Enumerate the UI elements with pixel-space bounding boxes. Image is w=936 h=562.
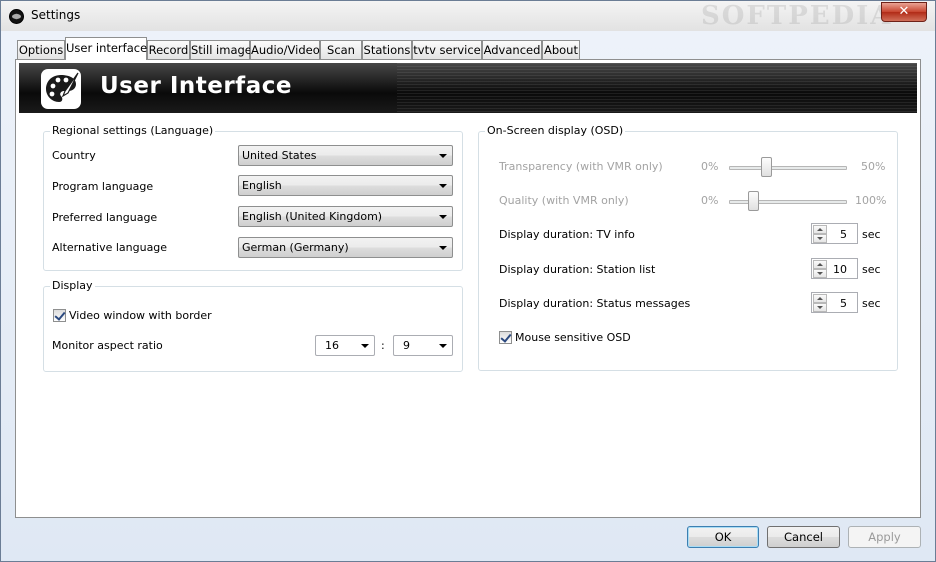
spin-up-icon[interactable] (813, 225, 827, 234)
tab-about[interactable]: About (542, 40, 580, 59)
program-language-label: Program language (52, 180, 154, 193)
alternative-language-value: German (Germany) (242, 241, 349, 254)
tab-stations[interactable]: Stations (362, 40, 412, 59)
station-list-duration-spinner[interactable]: 10 (811, 258, 858, 279)
tab-user-interface[interactable]: User interface (65, 37, 147, 60)
status-messages-duration-value: 5 (840, 297, 847, 310)
banner-title: User Interface (100, 73, 292, 99)
tab-options[interactable]: Options (17, 40, 65, 59)
country-select[interactable]: United States (238, 145, 453, 166)
transparency-min: 0% (701, 160, 719, 173)
tab-audio-video[interactable]: Audio/Video (250, 40, 320, 59)
chevron-down-icon (439, 246, 447, 250)
spin-down-icon[interactable] (813, 234, 827, 243)
status-messages-duration-spinner[interactable]: 5 (811, 292, 858, 313)
tv-info-duration-label: Display duration: TV info (499, 228, 635, 241)
ok-button[interactable]: OK (687, 526, 759, 548)
chevron-down-icon (439, 184, 447, 188)
tab-record[interactable]: Record (147, 40, 190, 59)
preferred-language-label: Preferred language (52, 211, 158, 224)
transparency-slider[interactable] (729, 166, 847, 170)
osd-group: On-Screen display (OSD) Transparency (wi… (478, 124, 898, 371)
quality-label: Quality (with VMR only) (499, 194, 629, 207)
transparency-slider-thumb[interactable] (761, 157, 773, 177)
station-list-duration-label: Display duration: Station list (499, 263, 656, 276)
tv-info-duration-unit: sec (862, 228, 881, 241)
regional-settings-title: Regional settings (Language) (50, 124, 216, 137)
spin-up-icon[interactable] (813, 294, 827, 303)
tab-tvtv-service[interactable]: tvtv service (412, 40, 482, 59)
spin-up-icon[interactable] (813, 260, 827, 269)
tab-scan[interactable]: Scan (320, 40, 362, 59)
tab-still-image[interactable]: Still image (190, 40, 252, 59)
station-list-duration-value: 10 (833, 263, 847, 276)
alternative-language-select[interactable]: German (Germany) (238, 237, 453, 258)
regional-settings-group: Regional settings (Language) Country Uni… (43, 124, 463, 271)
aspect-height-value: 9 (403, 339, 410, 352)
settings-window: Settings SOFTPEDIA ✕ Options User interf… (0, 0, 936, 562)
tab-panel-user-interface: User Interface Regional settings (Langua… (15, 59, 921, 518)
chevron-down-icon (439, 154, 447, 158)
preferred-language-value: English (United Kingdom) (242, 210, 383, 223)
quality-slider-thumb[interactable] (748, 191, 760, 211)
chevron-down-icon (439, 215, 447, 219)
video-border-checkbox[interactable] (53, 309, 66, 322)
quality-slider[interactable] (729, 200, 847, 204)
spin-down-icon[interactable] (813, 269, 827, 278)
display-group: Display Video window with border Monitor… (43, 279, 463, 372)
aspect-ratio-label: Monitor aspect ratio (52, 339, 163, 352)
mouse-sensitive-osd-label: Mouse sensitive OSD (515, 331, 631, 344)
alternative-language-label: Alternative language (52, 241, 168, 254)
transparency-max: 50% (861, 160, 886, 173)
transparency-label: Transparency (with VMR only) (499, 160, 663, 173)
status-messages-duration-unit: sec (862, 297, 881, 310)
aspect-width-value: 16 (325, 339, 339, 352)
aspect-width-select[interactable]: 16 (315, 335, 375, 356)
title-bar[interactable]: Settings SOFTPEDIA ✕ (1, 1, 935, 31)
aspect-height-select[interactable]: 9 (393, 335, 453, 356)
video-border-label: Video window with border (69, 309, 212, 322)
tv-info-duration-spinner[interactable]: 5 (811, 223, 858, 244)
station-list-duration-unit: sec (862, 263, 881, 276)
mouse-sensitive-osd-checkbox[interactable] (499, 331, 512, 344)
tv-info-duration-value: 5 (840, 228, 847, 241)
palette-icon (41, 69, 81, 109)
close-button[interactable]: ✕ (881, 2, 927, 22)
section-banner: User Interface (19, 63, 917, 113)
window-title: Settings (31, 8, 81, 22)
watermark: SOFTPEDIA (701, 1, 893, 31)
country-value: United States (242, 149, 317, 162)
cancel-button[interactable]: Cancel (767, 526, 840, 548)
chevron-down-icon (361, 344, 369, 348)
apply-button[interactable]: Apply (848, 526, 921, 548)
osd-title: On-Screen display (OSD) (485, 124, 626, 137)
tab-advanced[interactable]: Advanced (482, 40, 542, 59)
preferred-language-select[interactable]: English (United Kingdom) (238, 206, 453, 227)
country-label: Country (52, 149, 96, 162)
app-icon (9, 9, 24, 24)
program-language-select[interactable]: English (238, 175, 453, 196)
chevron-down-icon (439, 344, 447, 348)
quality-min: 0% (701, 194, 719, 207)
display-title: Display (50, 279, 95, 292)
status-messages-duration-label: Display duration: Status messages (499, 297, 691, 310)
aspect-separator: : (381, 339, 385, 352)
quality-max: 100% (855, 194, 887, 207)
spin-down-icon[interactable] (813, 303, 827, 312)
program-language-value: English (242, 179, 282, 192)
